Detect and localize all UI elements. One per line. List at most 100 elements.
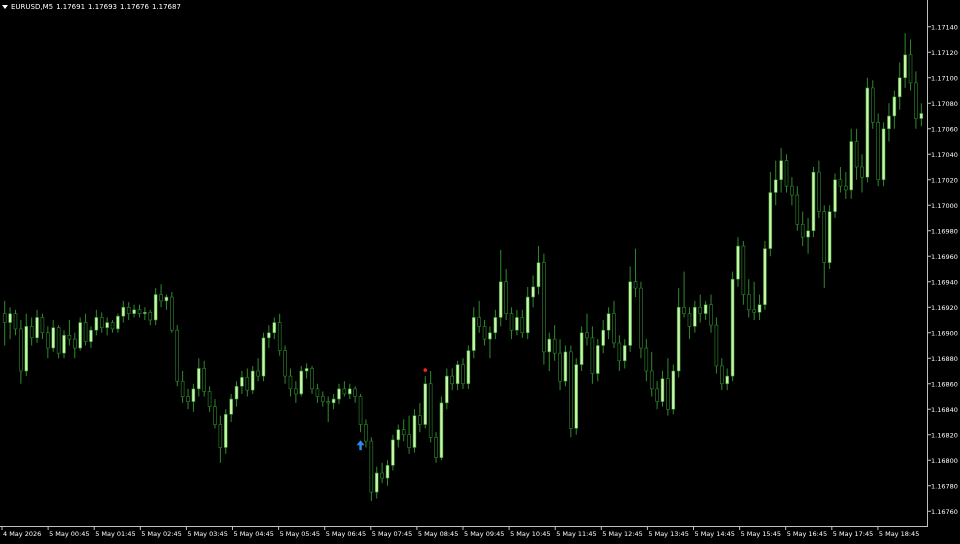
candle xyxy=(56,325,61,359)
candle xyxy=(876,113,880,187)
y-tick-label: 1.17120 xyxy=(931,49,958,57)
candle-body xyxy=(838,179,843,187)
candle-body xyxy=(159,294,163,302)
candle-body xyxy=(849,141,853,191)
candle-body xyxy=(455,364,460,385)
candle-body xyxy=(374,472,379,493)
candle-body xyxy=(897,77,902,98)
candle-body xyxy=(310,368,314,390)
candle-body xyxy=(229,398,233,415)
candle-body xyxy=(2,313,7,323)
candle-body xyxy=(450,375,454,385)
candle-body xyxy=(854,141,859,168)
candle xyxy=(811,167,816,238)
sell-marker-icon xyxy=(423,368,428,372)
x-tick-label: 5 May 01:45 xyxy=(95,530,135,538)
candle xyxy=(175,325,180,387)
candle-body xyxy=(148,312,153,321)
candle-body xyxy=(698,306,703,314)
candle-body xyxy=(887,115,891,130)
y-tick-label: 1.17140 xyxy=(931,23,958,31)
y-tick-label: 1.16980 xyxy=(931,227,958,235)
candle xyxy=(223,409,228,454)
candle-body xyxy=(110,322,115,330)
x-tick-label: 5 May 02:45 xyxy=(141,530,181,538)
candle-body xyxy=(46,332,50,349)
candle-body xyxy=(445,375,449,404)
candle-body xyxy=(531,286,535,298)
candle-body xyxy=(590,337,595,374)
candle-body xyxy=(94,317,99,331)
candle xyxy=(369,437,374,502)
candle xyxy=(730,271,735,382)
candle xyxy=(423,376,428,429)
x-tick-label: 5 May 11:45 xyxy=(556,530,596,538)
candle-body xyxy=(337,388,341,400)
candle-body xyxy=(78,322,82,349)
candle-body xyxy=(434,436,438,458)
candle-body xyxy=(391,439,395,466)
candle-body xyxy=(552,338,557,354)
y-tick-label: 1.17060 xyxy=(931,125,958,133)
candle-body xyxy=(105,322,109,328)
y-tick-label: 1.17080 xyxy=(931,100,958,108)
candle-body xyxy=(164,296,169,302)
dropdown-triangle-icon[interactable] xyxy=(2,5,8,9)
chart-area[interactable]: 1.17140 1.17120 1.17100 1.17080 1.17060 1.170… xyxy=(0,0,960,540)
symbol-header: EURUSD,M5 1.17691 1.17693 1.17676 1.1768… xyxy=(2,1,181,13)
candle-body xyxy=(763,248,767,306)
candle xyxy=(574,358,579,435)
candle-body xyxy=(439,402,444,459)
candle-body xyxy=(687,313,692,327)
candle-body xyxy=(8,313,12,323)
candle xyxy=(827,205,832,269)
price-chart[interactable]: 1.17140 1.17120 1.17100 1.17080 1.17060 1.170… xyxy=(0,0,960,540)
candle-body xyxy=(396,429,401,441)
x-tick-label: 5 May 16:45 xyxy=(787,530,827,538)
candle-body xyxy=(784,160,789,187)
candle-body xyxy=(29,326,34,339)
candle-body xyxy=(633,281,638,289)
candle-body xyxy=(693,306,697,327)
candle-body xyxy=(757,304,762,313)
candle-body xyxy=(720,365,724,385)
candle-body xyxy=(407,434,411,448)
candle-body xyxy=(342,388,347,395)
candle-body xyxy=(153,294,158,321)
candle-body xyxy=(218,424,223,448)
x-tick-label: 5 May 05:45 xyxy=(280,530,320,538)
candle-body xyxy=(860,166,864,178)
candle-body xyxy=(197,368,201,390)
low-price: 1.17676 xyxy=(120,3,149,11)
candle-body xyxy=(773,179,778,193)
candle-body xyxy=(569,351,573,429)
x-tick-label: 5 May 14:45 xyxy=(695,530,735,538)
candle-body xyxy=(116,315,120,330)
candle-body xyxy=(752,309,756,313)
x-tick-label: 5 May 13:45 xyxy=(648,530,688,538)
candle-body xyxy=(56,327,61,354)
candle-body xyxy=(99,317,104,328)
candle-body xyxy=(844,185,848,191)
candle-body xyxy=(369,440,374,493)
x-tick-label: 5 May 18:45 xyxy=(879,530,919,538)
candle-body xyxy=(736,245,740,280)
candle-body xyxy=(326,401,330,404)
candle xyxy=(714,317,719,374)
candle xyxy=(671,364,676,415)
candle xyxy=(563,345,568,387)
x-tick-label: 5 May 07:45 xyxy=(372,530,412,538)
candle-body xyxy=(606,313,611,331)
candle-body xyxy=(358,396,363,425)
candle-body xyxy=(790,185,794,196)
y-tick-label: 1.16900 xyxy=(931,329,958,337)
y-tick-label: 1.16960 xyxy=(931,253,958,261)
candle-body xyxy=(272,322,277,334)
candle-body xyxy=(261,337,266,377)
candle xyxy=(261,332,266,382)
x-tick-label: 5 May 08:45 xyxy=(418,530,458,538)
candle-body xyxy=(304,368,309,372)
candle-body xyxy=(353,388,357,397)
candle-body xyxy=(277,322,282,351)
candle-body xyxy=(331,398,336,404)
